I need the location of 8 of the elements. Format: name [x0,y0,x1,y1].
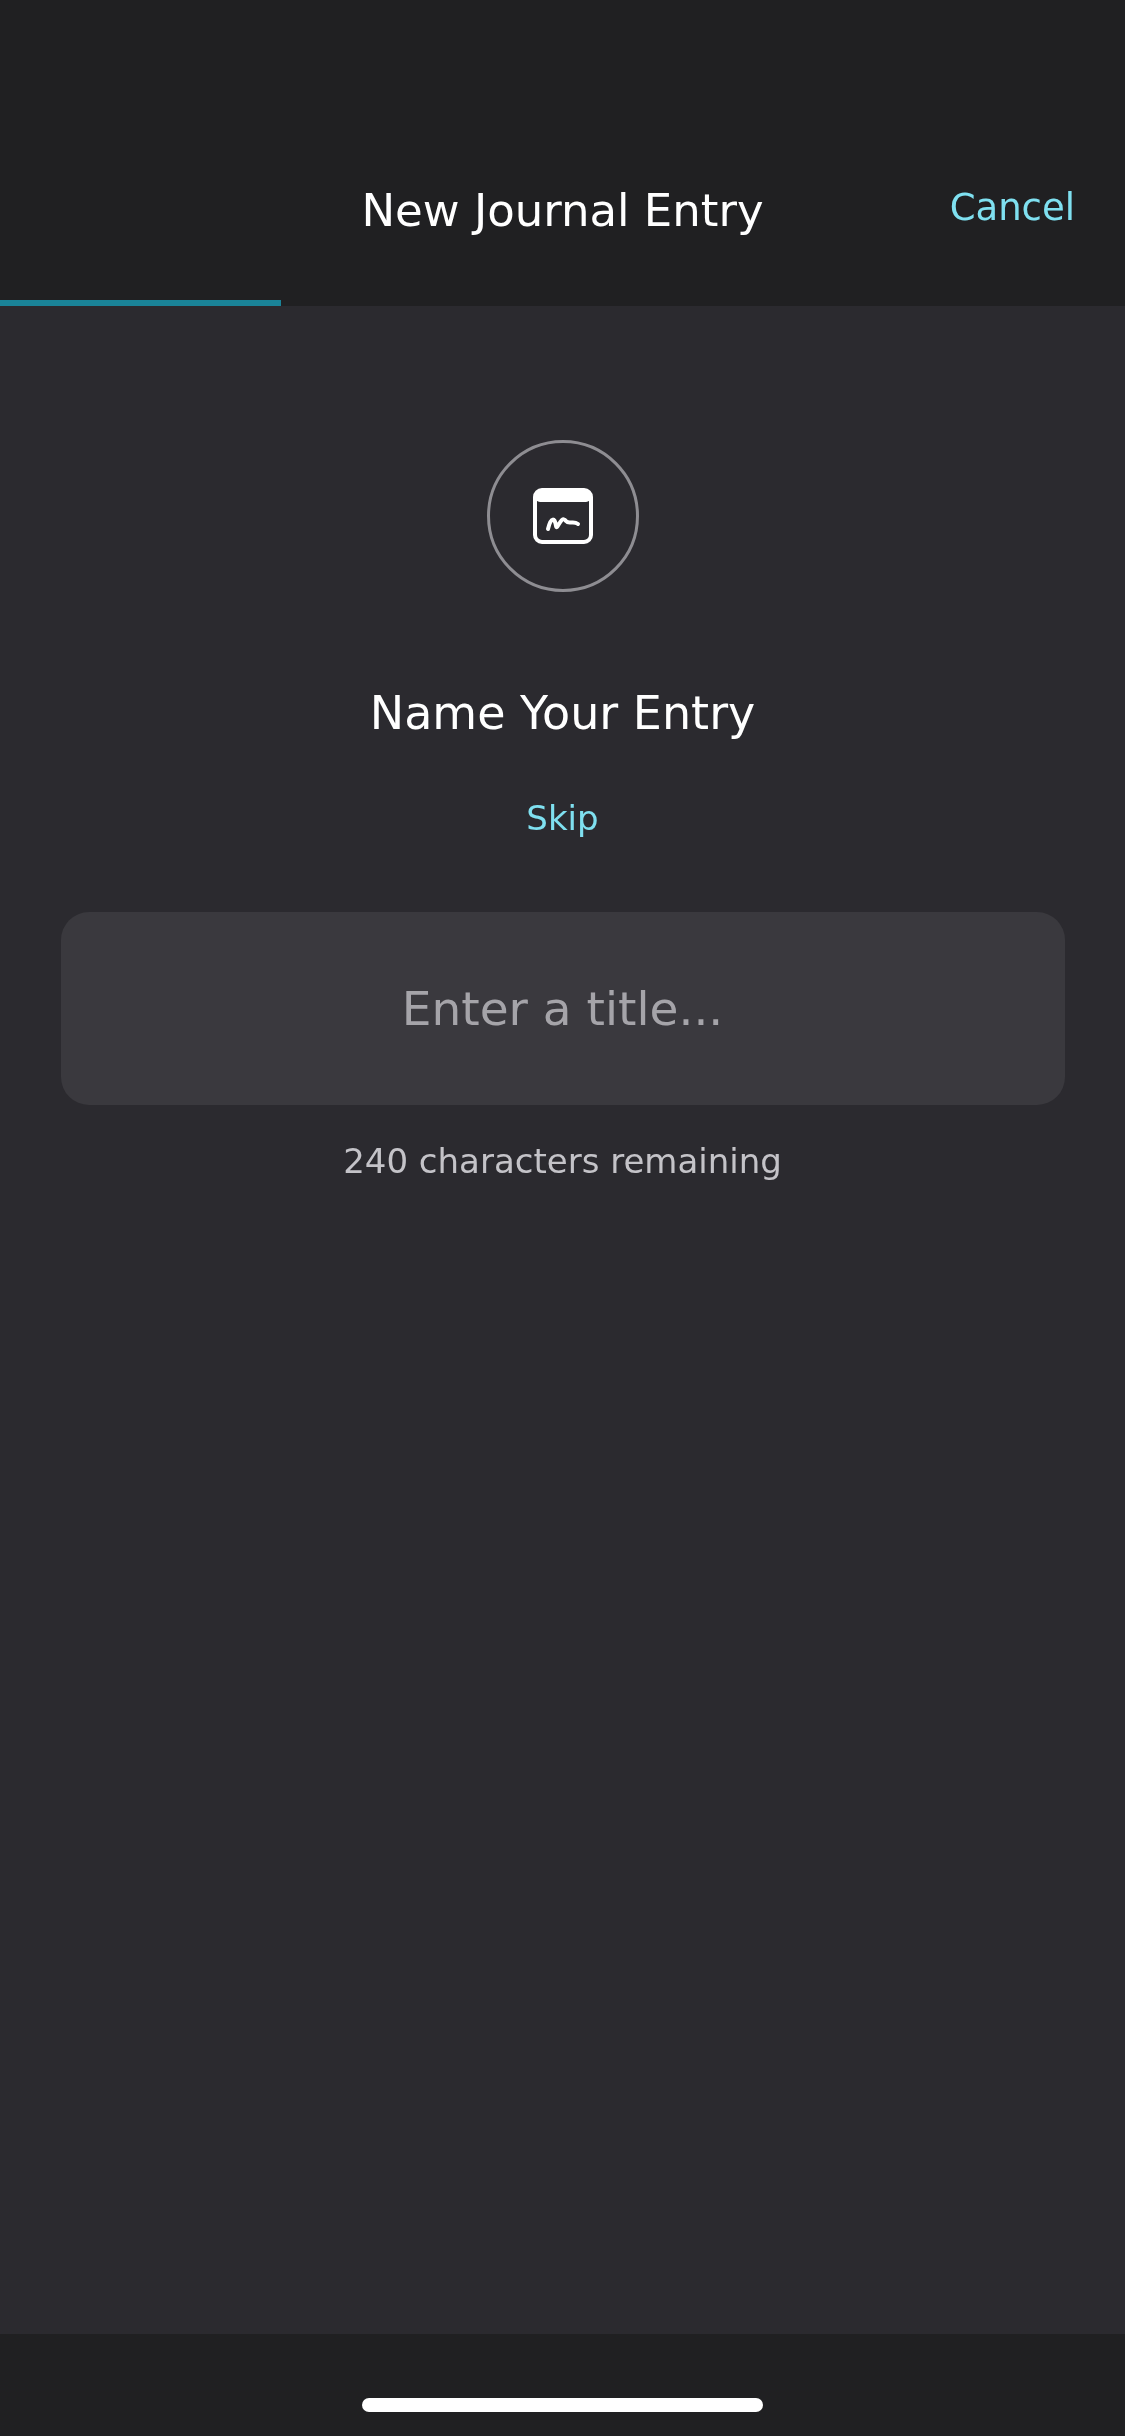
skip-link[interactable]: Skip [526,798,599,838]
prompt-heading: Name Your Entry [369,686,756,740]
signature-card-icon [532,488,593,544]
character-counter: 240 characters remaining [343,1141,782,1181]
home-indicator[interactable] [362,2398,763,2412]
title-input-field[interactable]: Enter a title... [60,912,1065,1105]
screen-title: New Journal Entry [361,184,764,237]
cancel-button[interactable]: Cancel [949,186,1075,229]
